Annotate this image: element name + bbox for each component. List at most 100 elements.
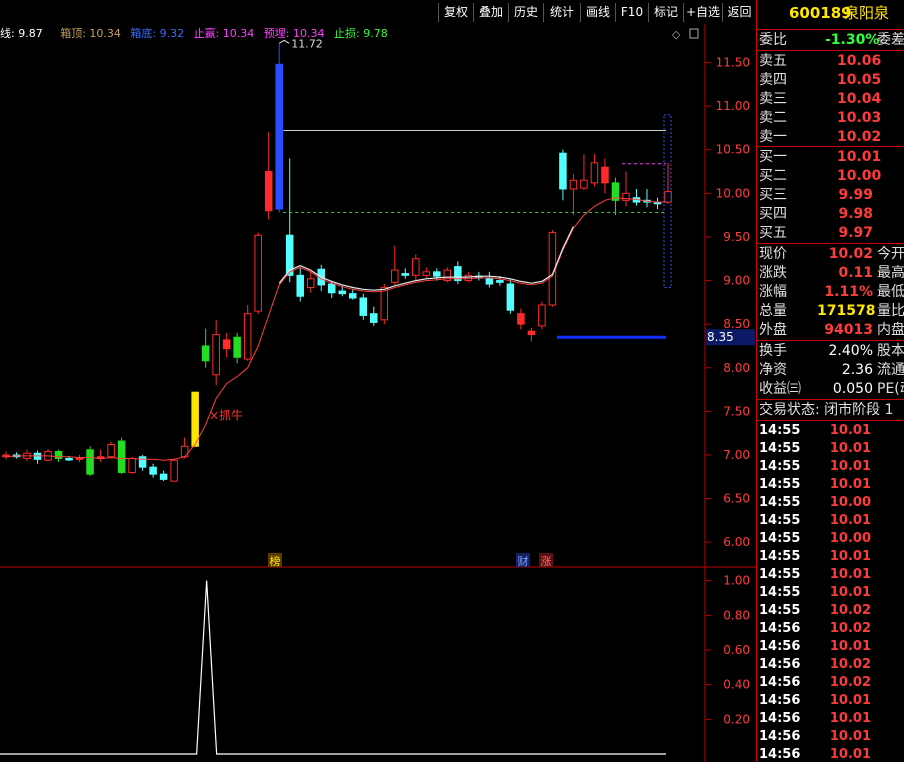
tick-price: 10.01 <box>829 729 871 744</box>
candle <box>601 158 609 194</box>
candle-body <box>180 445 189 458</box>
tick-time: 14:56 <box>759 693 801 708</box>
candle <box>517 308 525 330</box>
candle-body <box>527 330 536 336</box>
tick-price: 10.00 <box>829 531 871 546</box>
candle <box>643 188 651 208</box>
candle <box>275 43 283 213</box>
tick-time: 14:56 <box>759 711 801 726</box>
ask-row[interactable]: 卖四 10.05 <box>757 71 904 90</box>
candle <box>443 267 452 283</box>
price-tick-label: 8.50 <box>723 317 750 331</box>
ask-row[interactable]: 卖一 10.02 <box>757 128 904 147</box>
stock-name: 泉阳泉 <box>844 4 890 22</box>
tick-row: 14:56 10.01 <box>757 728 904 746</box>
history-button[interactable]: 历史 <box>508 3 543 22</box>
tick-time: 14:56 <box>759 621 801 636</box>
kline-chart[interactable]: 11.72 ×抓牛 ◇ 榜 财涨 6.00 6.50 7.00 7.50 8.00 8.50 9.0… <box>0 24 756 762</box>
candle-body <box>349 293 357 299</box>
tick-time: 14:56 <box>759 639 801 654</box>
tick-row: 14:55 10.01 <box>757 566 904 584</box>
bid-label: 买五 <box>759 225 787 241</box>
candle <box>370 306 378 326</box>
high-price-marker <box>278 39 290 44</box>
candle-body <box>370 313 378 323</box>
price-tick-label: 7.00 <box>723 448 750 462</box>
tick-price: 10.02 <box>829 621 871 636</box>
candle <box>233 332 241 364</box>
bid-price: 10.01 <box>837 149 882 165</box>
tick-price: 10.01 <box>829 693 871 708</box>
sub-tick-label: 1.00 <box>723 574 750 588</box>
candle <box>96 449 105 462</box>
candle-body <box>191 391 199 447</box>
tick-row: 14:55 10.01 <box>757 458 904 476</box>
candle <box>632 188 641 206</box>
ask-price: 10.03 <box>837 110 882 126</box>
tick-time: 14:56 <box>759 657 801 672</box>
trade-status: 交易状态: 闭市阶段 1 <box>759 402 894 418</box>
statistics-button[interactable]: 统计 <box>543 3 580 22</box>
stock-code: 600189 <box>789 4 852 22</box>
bid-row[interactable]: 买一 10.01 <box>757 148 904 167</box>
candle <box>538 301 546 330</box>
signal-label: ×抓牛 <box>209 408 243 423</box>
candle <box>664 162 672 204</box>
fundamental-row: 换手 2.40% 股本 <box>759 343 904 359</box>
candle-body <box>233 336 241 358</box>
candle-body <box>538 304 546 327</box>
bid-row[interactable]: 买五 9.97 <box>757 224 904 243</box>
ask-price: 10.06 <box>837 53 882 69</box>
ask-row[interactable]: 卖三 10.04 <box>757 90 904 109</box>
add-watchlist-button[interactable]: +自选 <box>683 3 722 22</box>
bid-label: 买四 <box>759 206 787 222</box>
tick-row: 14:55 10.01 <box>757 440 904 458</box>
bid-row[interactable]: 买三 9.99 <box>757 186 904 205</box>
back-button[interactable]: 返回 <box>722 3 756 22</box>
tick-price: 10.01 <box>829 459 871 474</box>
quote-row: 外盘 94013 内盘 <box>759 322 904 338</box>
candle-body <box>128 457 136 473</box>
tick-time: 14:55 <box>759 441 801 456</box>
tick-price: 10.01 <box>829 639 871 654</box>
ask-row[interactable]: 卖二 10.03 <box>757 109 904 128</box>
tick-time: 14:55 <box>759 477 801 492</box>
tick-price: 10.02 <box>829 675 871 690</box>
ask-label: 卖一 <box>759 129 787 145</box>
tick-row: 14:56 10.02 <box>757 620 904 638</box>
signal-line <box>0 580 666 755</box>
price-tick-label: 8.00 <box>723 361 750 375</box>
tick-row: 14:55 10.01 <box>757 512 904 530</box>
price-tick-label: 9.00 <box>723 274 750 288</box>
price-tick-label: 11.50 <box>716 56 750 70</box>
overlay-button[interactable]: 叠加 <box>473 3 508 22</box>
tick-price: 10.01 <box>829 711 871 726</box>
candle-body <box>264 171 273 212</box>
tick-row: 14:55 10.01 <box>757 476 904 494</box>
tick-time: 14:55 <box>759 549 801 564</box>
tick-price: 10.00 <box>829 495 871 510</box>
candle <box>128 456 136 475</box>
diamond-icon: ◇ <box>672 28 681 41</box>
f10-button[interactable]: F10 <box>615 3 648 22</box>
draw-line-button[interactable]: 画线 <box>580 3 615 22</box>
event-tag: 榜 <box>270 554 281 568</box>
candle-body <box>433 271 441 277</box>
candle-body <box>86 449 94 475</box>
bid-row[interactable]: 买二 10.00 <box>757 167 904 186</box>
ask-row[interactable]: 卖五 10.06 <box>757 52 904 71</box>
candle-body <box>601 166 609 184</box>
sub-tick-label: 0.80 <box>723 608 750 622</box>
tick-price: 10.01 <box>829 477 871 492</box>
price-tick-label: 10.50 <box>716 143 750 157</box>
bid-price: 10.00 <box>837 168 882 184</box>
bid-row[interactable]: 买四 9.98 <box>757 205 904 224</box>
tick-time: 14:55 <box>759 513 801 528</box>
fundamental-row: 净资 2.36 流通 <box>759 362 904 378</box>
mark-button[interactable]: 标记 <box>648 3 683 22</box>
ask-price: 10.02 <box>837 129 882 145</box>
candle-body <box>306 278 315 289</box>
candle-body <box>170 459 178 482</box>
fuquan-button[interactable]: 复权 <box>438 3 473 22</box>
candle <box>201 328 210 368</box>
